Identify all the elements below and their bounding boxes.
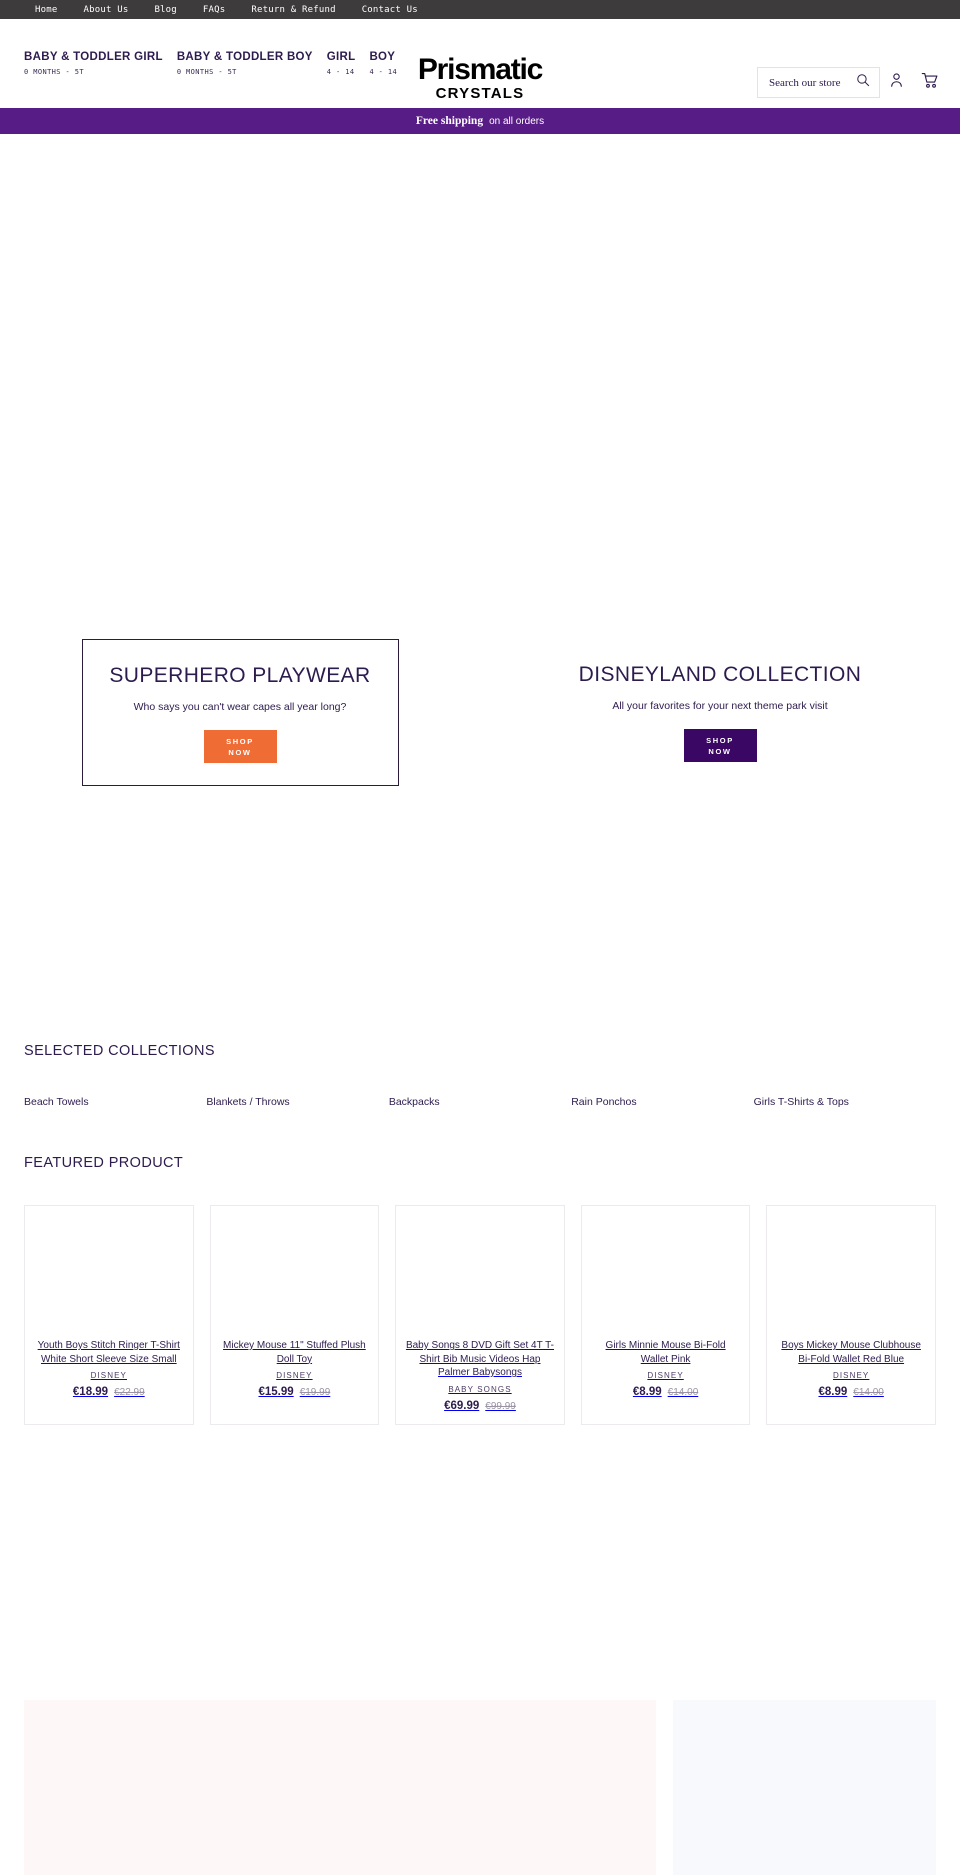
product-vendor: BABY SONGS [448, 1384, 512, 1394]
section-heading-collections: SELECTED COLLECTIONS [24, 1043, 215, 1059]
button-line-2: NOW [708, 746, 732, 756]
category-title: GIRL [326, 50, 356, 63]
utility-link-home[interactable]: Home [22, 5, 70, 15]
product-card[interactable]: Baby Songs 8 DVD Gift Set 4T T-Shirt Bib… [395, 1205, 565, 1425]
promo-title: SUPERHERO PLAYWEAR [109, 664, 371, 687]
announcement-bar: Free shipping on all orders [0, 108, 960, 134]
category-title: BABY & TODDLER BOY [176, 50, 313, 63]
promo-subtitle: All your favorites for your next theme p… [612, 700, 828, 712]
product-price: €8.99 [818, 1386, 848, 1398]
product-price: €69.99 [444, 1399, 480, 1412]
collection-girls-tshirts-tops[interactable]: Girls T-Shirts & Tops [754, 1096, 936, 1108]
product-compare-at-price: €22.99 [114, 1387, 145, 1398]
category-girl[interactable]: GIRL 4 - 14 [327, 50, 356, 78]
product-image [581, 1206, 750, 1331]
bottom-panel-secondary [673, 1700, 936, 1875]
product-vendor: DISNEY [647, 1371, 684, 1380]
category-age-range: 0 MONTHS - 5T [176, 67, 237, 76]
utility-link-faqs[interactable]: FAQs [190, 5, 238, 15]
collections-list: Beach Towels Blankets / Throws Backpacks… [24, 1096, 936, 1108]
section-heading-featured: FEATURED PRODUCT [24, 1155, 184, 1171]
collection-blankets-throws[interactable]: Blankets / Throws [206, 1096, 388, 1108]
product-title: Mickey Mouse 11" Stuffed Plush Doll Toy [223, 1340, 366, 1365]
promo-block-disneyland-collection: DISNEYLAND COLLECTION All your favorites… [480, 532, 960, 839]
collection-beach-towels[interactable]: Beach Towels [24, 1096, 206, 1108]
product-vendor: DISNEY [832, 1371, 870, 1380]
search-placeholder-text: Search our store [769, 76, 841, 89]
product-vendor: DISNEY [276, 1371, 313, 1380]
product-price-row: €8.99 €14.00 [633, 1386, 698, 1398]
collection-rain-ponchos[interactable]: Rain Ponchos [571, 1096, 753, 1108]
promo-blocks: SUPERHERO PLAYWEAR Who says you can't we… [0, 532, 960, 839]
product-image [767, 1206, 935, 1331]
collection-backpacks[interactable]: Backpacks [389, 1096, 571, 1108]
product-price-row: €69.99 €99.99 [444, 1400, 516, 1412]
product-card[interactable]: Mickey Mouse 11" Stuffed Plush Doll Toy … [209, 1205, 380, 1425]
category-age-range: 4 - 14 [326, 67, 355, 76]
utility-nav-bar: Home About Us Blog FAQs Return & Refund … [0, 0, 960, 19]
product-price-row: €18.99 €22.99 [73, 1386, 145, 1398]
product-image [396, 1206, 564, 1331]
shop-now-button-disneyland[interactable]: SHOP NOW [683, 729, 757, 762]
product-card[interactable]: Youth Boys Stitch Ringer T-Shirt White S… [24, 1205, 194, 1425]
search-icon[interactable] [856, 73, 870, 92]
product-compare-at-price: €19.99 [299, 1387, 331, 1398]
selected-collections-section: SELECTED COLLECTIONS Beach Towels Blanke… [0, 1043, 960, 1108]
header-actions: Search our store [757, 67, 946, 98]
product-title: Girls Minnie Mouse Bi-Fold Wallet Pink [605, 1340, 726, 1365]
promo-block-superhero-playwear: SUPERHERO PLAYWEAR Who says you can't we… [0, 532, 480, 839]
bottom-panel-primary [24, 1700, 656, 1875]
announcement-subtext: on all orders [489, 115, 545, 127]
category-title: BABY & TODDLER GIRL [24, 50, 163, 63]
button-line-1: SHOP [706, 735, 734, 745]
product-card[interactable]: Boys Mickey Mouse Clubhouse Bi-Fold Wall… [766, 1205, 936, 1425]
user-icon [889, 72, 904, 93]
product-card[interactable]: Girls Minnie Mouse Bi-Fold Wallet Pink D… [580, 1205, 751, 1425]
bottom-content-panels [0, 1700, 960, 1875]
account-button[interactable] [880, 67, 913, 98]
product-title: Boys Mickey Mouse Clubhouse Bi-Fold Wall… [781, 1340, 921, 1365]
category-age-range: 0 MONTHS - 5T [24, 67, 84, 76]
product-image [210, 1206, 379, 1331]
button-line-1: SHOP [226, 736, 254, 746]
utility-link-return-refund[interactable]: Return & Refund [238, 5, 348, 15]
utility-link-blog[interactable]: Blog [141, 5, 189, 15]
shop-now-button-superhero[interactable]: SHOP NOW [203, 730, 277, 763]
utility-link-about-us[interactable]: About Us [70, 5, 141, 15]
category-nav: BABY & TODDLER GIRL 0 MONTHS - 5T BABY &… [0, 50, 397, 78]
featured-product-section: FEATURED PRODUCT Youth Boys Stitch Ringe… [0, 1155, 960, 1425]
product-compare-at-price: €14.00 [667, 1387, 699, 1398]
category-baby-toddler-girl[interactable]: BABY & TODDLER GIRL 0 MONTHS - 5T [24, 50, 163, 78]
product-price: €18.99 [72, 1386, 109, 1398]
promo-title: DISNEYLAND COLLECTION [578, 663, 862, 686]
category-title: BOY [369, 50, 396, 63]
product-vendor: DISNEY [90, 1371, 127, 1380]
category-boy[interactable]: BOY 4 - 14 [369, 50, 397, 78]
product-title: Baby Songs 8 DVD Gift Set 4T T-Shirt Bib… [405, 1340, 554, 1378]
category-age-range: 4 - 14 [369, 67, 398, 76]
product-compare-at-price: €99.99 [485, 1400, 516, 1412]
product-price: €15.99 [258, 1386, 294, 1398]
product-price: €8.99 [632, 1386, 662, 1398]
product-compare-at-price: €14.00 [853, 1387, 884, 1398]
button-line-2: NOW [228, 747, 252, 757]
cart-button[interactable] [913, 67, 946, 98]
search-input[interactable]: Search our store [757, 67, 880, 98]
announcement-headline: Free shipping [415, 115, 484, 127]
product-grid: Youth Boys Stitch Ringer T-Shirt White S… [24, 1205, 936, 1425]
product-price-row: €8.99 €14.00 [818, 1386, 883, 1398]
hero-banner [0, 134, 960, 532]
cart-icon [921, 72, 939, 94]
site-header: BABY & TODDLER GIRL 0 MONTHS - 5T BABY &… [0, 19, 960, 108]
category-baby-toddler-boy[interactable]: BABY & TODDLER BOY 0 MONTHS - 5T [177, 50, 313, 78]
product-image [25, 1206, 193, 1331]
product-price-row: €15.99 €19.99 [259, 1386, 331, 1398]
promo-subtitle: Who says you can't wear capes all year l… [133, 701, 347, 713]
product-title: Youth Boys Stitch Ringer T-Shirt White S… [37, 1340, 180, 1365]
utility-link-contact-us[interactable]: Contact Us [349, 5, 431, 15]
